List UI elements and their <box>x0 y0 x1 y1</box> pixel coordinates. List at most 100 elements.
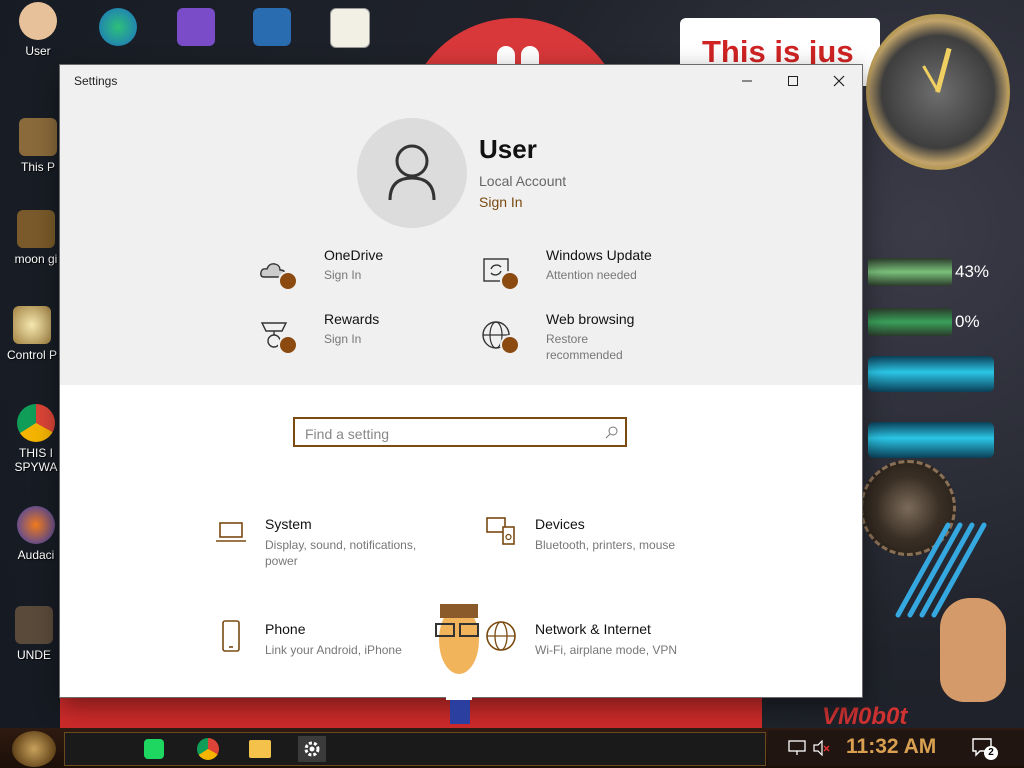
edge-icon <box>99 8 137 46</box>
category-phone[interactable]: Phone Link your Android, iPhone <box>215 620 435 670</box>
quick-action-subtitle: Restore <box>546 332 589 346</box>
audacity-icon <box>17 506 55 544</box>
start-button[interactable] <box>12 731 56 767</box>
tube-decoration-2 <box>868 422 994 458</box>
quick-action-title: Windows Update <box>546 247 652 263</box>
settings-search-box[interactable] <box>293 417 627 447</box>
category-network-internet[interactable]: Network & Internet Wi-Fi, airplane mode,… <box>485 620 715 670</box>
desktop-icon-edge[interactable] <box>88 8 148 50</box>
laptop-icon <box>216 522 246 542</box>
category-title: System <box>265 516 312 532</box>
control-panel-icon <box>13 306 51 344</box>
desktop-icon-label: Audaci <box>17 548 55 562</box>
close-icon <box>833 75 845 87</box>
taskbar-settings[interactable] <box>298 736 326 762</box>
sign-in-link[interactable]: Sign In <box>479 194 523 210</box>
desktop-icon-label: This P <box>20 160 55 174</box>
category-devices[interactable]: Devices Bluetooth, printers, mouse <box>485 515 715 565</box>
quick-action-onedrive[interactable]: OneDrive Sign In <box>258 247 458 305</box>
user-folder-icon <box>19 2 57 40</box>
hxd-icon <box>330 8 370 48</box>
desktop-icon-undertale[interactable]: UNDE <box>4 606 64 662</box>
settings-gear-icon <box>304 741 320 757</box>
gauge-text-1: 43% <box>955 262 990 281</box>
quick-action-subtitle: Sign In <box>324 268 362 282</box>
category-title: Phone <box>265 621 306 637</box>
account-header: User Local Account Sign In OneDrive Sign… <box>60 97 862 385</box>
minimize-button[interactable] <box>724 65 770 97</box>
desktop-icon-control-panel[interactable]: Control P <box>2 306 62 362</box>
taskbar-chrome[interactable] <box>194 736 222 762</box>
maximize-icon <box>788 76 798 86</box>
chrome-icon <box>197 738 219 760</box>
rewards-status-dot <box>278 335 298 355</box>
desktop-icon-user[interactable]: User <box>8 2 68 58</box>
quick-action-subtitle: Sign In <box>324 332 362 346</box>
quick-action-windows-update[interactable]: Windows Update Attention needed <box>480 247 680 305</box>
desktop-icon-visual-studio[interactable] <box>166 8 226 50</box>
volume-muted-icon[interactable] <box>812 740 830 756</box>
desktop-icon-this-pc[interactable]: This P <box>8 118 68 174</box>
category-subtitle: Bluetooth, printers, mouse <box>535 538 676 552</box>
web-browsing-status-dot <box>500 335 520 355</box>
gauge-bar-2 <box>868 308 952 336</box>
clock-hour-hand <box>935 47 952 93</box>
minimize-icon <box>742 80 752 82</box>
title-bar[interactable]: Settings <box>60 65 862 97</box>
devices-icon <box>486 517 515 545</box>
watermark-text: VM0b0t <box>822 703 908 730</box>
taskbar-app-1[interactable] <box>140 736 168 762</box>
network-status-icon[interactable] <box>788 740 806 756</box>
avatar[interactable] <box>357 118 467 228</box>
user-avatar-icon <box>388 144 436 201</box>
virtualbox-icon <box>253 8 291 46</box>
desktop-icon-label-line2: SPYWA <box>14 460 58 474</box>
quick-action-rewards[interactable]: Rewards Sign In <box>258 311 458 369</box>
category-title: Devices <box>535 516 585 532</box>
desktop-icon-label: Control P <box>6 348 58 362</box>
close-button[interactable] <box>816 65 862 97</box>
spotify-like-icon <box>144 739 164 759</box>
onedrive-status-dot <box>278 271 298 291</box>
undertale-icon <box>15 606 53 644</box>
desktop-icon-spyware[interactable]: THIS I SPYWA <box>6 404 66 474</box>
quick-action-title: Web browsing <box>546 311 635 327</box>
desktop-icon-virtualbox[interactable] <box>242 8 302 50</box>
desktop-icon-label: THIS I <box>18 446 53 460</box>
file-explorer-icon <box>249 740 271 758</box>
category-system[interactable]: System Display, sound, notifications, po… <box>215 515 435 575</box>
taskbar-file-explorer[interactable] <box>246 736 274 762</box>
visual-studio-icon <box>177 8 215 46</box>
gauge-text-2: 0% <box>955 312 980 331</box>
quick-action-subtitle: Attention needed <box>546 268 637 282</box>
maximize-button[interactable] <box>770 65 816 97</box>
moon-icon <box>17 210 55 248</box>
steampunk-clock-widget <box>866 14 1010 170</box>
desktop-icon-moon[interactable]: moon gi <box>6 210 66 266</box>
hamster-decoration <box>940 598 1006 702</box>
quick-action-subtitle-line2: recommended <box>546 348 623 362</box>
desktop-icon-audacity[interactable]: Audaci <box>6 506 66 562</box>
taskbar-clock[interactable]: 11:32 AM <box>846 735 936 759</box>
category-title: Network & Internet <box>535 621 651 637</box>
desktop-icon-hxd[interactable] <box>320 8 380 52</box>
quick-action-web-browsing[interactable]: Web browsing Restore recommended <box>480 311 700 379</box>
category-subtitle: Display, sound, notifications, <box>265 538 417 552</box>
this-pc-icon <box>19 118 57 156</box>
search-icon[interactable] <box>605 425 619 439</box>
desktop-character-decoration <box>435 604 479 724</box>
network-globe-icon <box>486 621 516 651</box>
notification-center-button[interactable]: 2 <box>972 738 998 760</box>
notification-count-badge: 2 <box>984 746 998 760</box>
account-type: Local Account <box>479 173 567 189</box>
quick-action-title: OneDrive <box>324 247 384 263</box>
quick-action-title: Rewards <box>324 311 380 327</box>
phone-icon <box>222 620 240 652</box>
chrome-desktop-icon <box>17 404 55 442</box>
search-input[interactable] <box>303 423 597 445</box>
window-title: Settings <box>74 74 118 88</box>
update-status-dot <box>500 271 520 291</box>
desktop-icon-label: UNDE <box>16 648 51 662</box>
category-subtitle: Link your Android, iPhone <box>265 643 402 657</box>
red-floor-decoration <box>60 698 762 732</box>
